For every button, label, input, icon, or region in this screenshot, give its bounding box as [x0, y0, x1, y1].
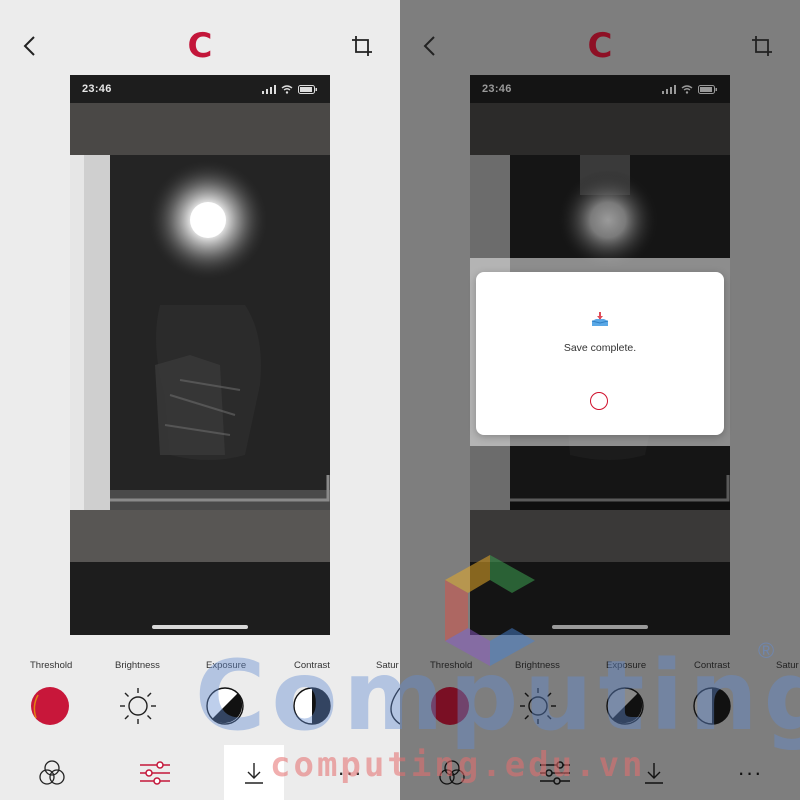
wifi-icon — [281, 84, 293, 94]
contrast-tool[interactable] — [292, 686, 332, 726]
exposure-icon — [206, 687, 244, 725]
filters-icon — [439, 759, 465, 785]
tool-label-brightness: Brightness — [515, 660, 560, 671]
editor-panel-left: C 23:46 Threshold Brightness Exposure Co… — [0, 0, 400, 800]
brand-logo-letter: C — [187, 26, 213, 66]
tool-label-exposure: Exposure — [206, 660, 247, 671]
threshold-icon — [431, 687, 469, 725]
nav-adjust[interactable] — [525, 745, 585, 800]
save-complete-dialog: Save complete. — [476, 272, 724, 435]
threshold-tool[interactable] — [430, 686, 470, 726]
tool-label-brightness: Brightness — [115, 660, 160, 671]
screenshot-stage: C 23:46 Threshold Brightness Exposure Co… — [0, 0, 800, 800]
sliders-icon — [140, 760, 170, 785]
exposure-tool[interactable] — [205, 686, 245, 726]
nav-save[interactable] — [224, 745, 284, 800]
photo-illustration — [70, 155, 330, 510]
saturation-icon — [390, 687, 400, 725]
brand-logo-letter: C — [587, 26, 613, 66]
crop-button[interactable] — [344, 28, 380, 64]
save-complete-message: Save complete. — [563, 342, 637, 354]
threshold-tool[interactable] — [30, 686, 70, 726]
filters-icon — [39, 759, 65, 785]
status-icons — [262, 84, 318, 94]
wifi-icon — [681, 84, 693, 94]
phone-app-header — [70, 103, 330, 155]
photo-preview: 23:46 — [70, 75, 330, 635]
tool-labels: Threshold Brightness Exposure Contrast S… — [0, 660, 400, 676]
contrast-icon — [293, 687, 331, 725]
nav-filters[interactable] — [22, 745, 82, 800]
more-dots-icon: ··· — [737, 759, 763, 785]
nav-filters[interactable] — [422, 745, 482, 800]
phone-app-footer — [70, 510, 330, 562]
download-icon — [245, 762, 263, 784]
tool-label-threshold: Threshold — [30, 660, 73, 671]
loading-spinner-icon — [590, 392, 608, 410]
download-icon — [645, 762, 663, 784]
tool-label-threshold: Threshold — [430, 660, 473, 671]
contrast-icon — [693, 687, 731, 725]
sun-icon — [120, 688, 156, 724]
brightness-tool[interactable] — [518, 686, 558, 726]
phone-status-bar: 23:46 — [70, 75, 330, 103]
brand-logo: C — [180, 24, 220, 68]
tool-label-saturation: Satur — [376, 660, 399, 671]
threshold-icon — [31, 687, 69, 725]
exposure-icon — [606, 687, 644, 725]
brightness-tool[interactable] — [118, 686, 158, 726]
signal-icon — [662, 84, 676, 94]
battery-icon — [698, 84, 717, 94]
crop-button-dimmed[interactable] — [744, 28, 780, 64]
saturation-tool[interactable] — [380, 686, 400, 726]
editor-panel-right: C 23:46 Threshold Brightness Exposure Co… — [400, 0, 800, 800]
bottom-navigation: ··· — [400, 745, 800, 800]
phone-app-footer — [470, 510, 730, 562]
status-time: 23:46 — [482, 83, 512, 95]
back-arrow-icon — [23, 36, 35, 56]
save-tray-icon — [591, 312, 609, 326]
phone-status-bar: 23:46 — [470, 75, 730, 103]
tool-label-contrast: Contrast — [294, 660, 330, 671]
back-button[interactable] — [12, 28, 48, 64]
signal-icon — [262, 84, 276, 94]
crop-icon — [752, 36, 772, 56]
brand-logo-dimmed: C — [580, 24, 620, 68]
exposure-tool[interactable] — [605, 686, 645, 726]
back-button-dimmed[interactable] — [412, 28, 448, 64]
back-arrow-icon — [423, 36, 435, 56]
phone-app-header — [470, 103, 730, 155]
tool-label-exposure: Exposure — [606, 660, 647, 671]
home-indicator — [552, 625, 648, 629]
crop-icon — [352, 36, 372, 56]
nav-save[interactable] — [624, 745, 684, 800]
nav-more[interactable]: ··· — [320, 745, 380, 800]
mirror-selfie-photo — [70, 155, 330, 510]
tool-labels: Threshold Brightness Exposure Contrast S… — [400, 660, 800, 676]
battery-icon — [298, 84, 317, 94]
tool-label-contrast: Contrast — [694, 660, 730, 671]
more-dots-icon: ··· — [337, 759, 363, 785]
sliders-icon — [540, 760, 570, 785]
status-time: 23:46 — [82, 83, 112, 95]
contrast-tool[interactable] — [692, 686, 732, 726]
nav-more[interactable]: ··· — [720, 745, 780, 800]
bottom-navigation: ··· — [0, 745, 400, 800]
status-icons — [662, 84, 718, 94]
tool-label-saturation: Satur — [776, 660, 799, 671]
nav-adjust[interactable] — [125, 745, 185, 800]
sun-icon — [520, 688, 556, 724]
home-indicator — [152, 625, 248, 629]
